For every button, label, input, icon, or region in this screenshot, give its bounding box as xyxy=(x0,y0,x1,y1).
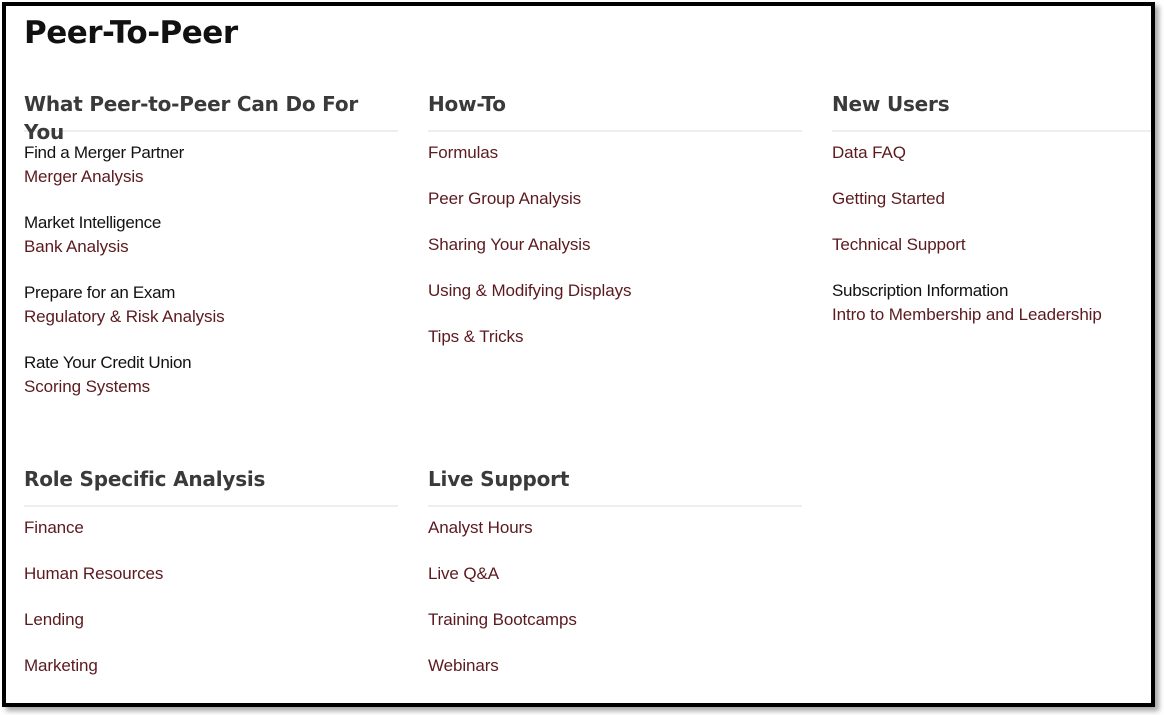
divider xyxy=(428,130,802,132)
peer-to-peer-panel: Peer-To-Peer What Peer-to-Peer Can Do Fo… xyxy=(2,2,1155,707)
technical-support-link[interactable]: Technical Support xyxy=(832,233,1151,257)
section-heading: Live Support xyxy=(428,467,570,491)
divider xyxy=(428,505,802,507)
feature-item: Subscription Information Intro to Member… xyxy=(832,279,1151,327)
section-how-to: How-To Formulas Peer Group Analysis Shar… xyxy=(428,90,802,371)
feature-title: Find a Merger Partner xyxy=(24,143,184,162)
feature-item: Rate Your Credit Union Scoring Systems xyxy=(24,351,398,399)
feature-item: Prepare for an Exam Regulatory & Risk An… xyxy=(24,281,398,329)
divider xyxy=(24,130,398,132)
feature-item: Market Intelligence Bank Analysis xyxy=(24,211,398,259)
live-qa-link[interactable]: Live Q&A xyxy=(428,562,802,586)
section-new-users: New Users Data FAQ Getting Started Techn… xyxy=(832,90,1151,349)
training-bootcamps-link[interactable]: Training Bootcamps xyxy=(428,608,802,632)
peer-group-analysis-link[interactable]: Peer Group Analysis xyxy=(428,187,802,211)
webinars-link[interactable]: Webinars xyxy=(428,654,802,678)
feature-title: Subscription Information xyxy=(832,281,1009,300)
human-resources-link[interactable]: Human Resources xyxy=(24,562,398,586)
divider xyxy=(24,505,398,507)
section-heading: Role Specific Analysis xyxy=(24,467,266,491)
section-role-specific: Role Specific Analysis Finance Human Res… xyxy=(24,465,398,700)
lending-link[interactable]: Lending xyxy=(24,608,398,632)
sharing-your-analysis-link[interactable]: Sharing Your Analysis xyxy=(428,233,802,257)
feature-title: Market Intelligence xyxy=(24,213,161,232)
tips-tricks-link[interactable]: Tips & Tricks xyxy=(428,325,802,349)
scoring-systems-link[interactable]: Scoring Systems xyxy=(24,375,398,399)
formulas-link[interactable]: Formulas xyxy=(428,141,802,165)
section-heading: How-To xyxy=(428,92,506,116)
regulatory-risk-analysis-link[interactable]: Regulatory & Risk Analysis xyxy=(24,305,398,329)
feature-item: Find a Merger Partner Merger Analysis xyxy=(24,141,398,189)
intro-membership-leadership-link[interactable]: Intro to Membership and Leadership xyxy=(832,303,1151,327)
section-heading: New Users xyxy=(832,92,950,116)
data-faq-link[interactable]: Data FAQ xyxy=(832,141,1151,165)
bank-analysis-link[interactable]: Bank Analysis xyxy=(24,235,398,259)
analyst-hours-link[interactable]: Analyst Hours xyxy=(428,516,802,540)
section-what-can-do: What Peer-to-Peer Can Do For You Find a … xyxy=(24,90,398,421)
finance-link[interactable]: Finance xyxy=(24,516,398,540)
getting-started-link[interactable]: Getting Started xyxy=(832,187,1151,211)
section-live-support: Live Support Analyst Hours Live Q&A Trai… xyxy=(428,465,802,700)
feature-title: Rate Your Credit Union xyxy=(24,353,192,372)
section-heading: What Peer-to-Peer Can Do For You xyxy=(24,92,359,144)
page-title: Peer-To-Peer xyxy=(24,15,238,51)
marketing-link[interactable]: Marketing xyxy=(24,654,398,678)
merger-analysis-link[interactable]: Merger Analysis xyxy=(24,165,398,189)
divider xyxy=(832,130,1151,132)
feature-title: Prepare for an Exam xyxy=(24,283,176,302)
using-modifying-displays-link[interactable]: Using & Modifying Displays xyxy=(428,279,802,303)
